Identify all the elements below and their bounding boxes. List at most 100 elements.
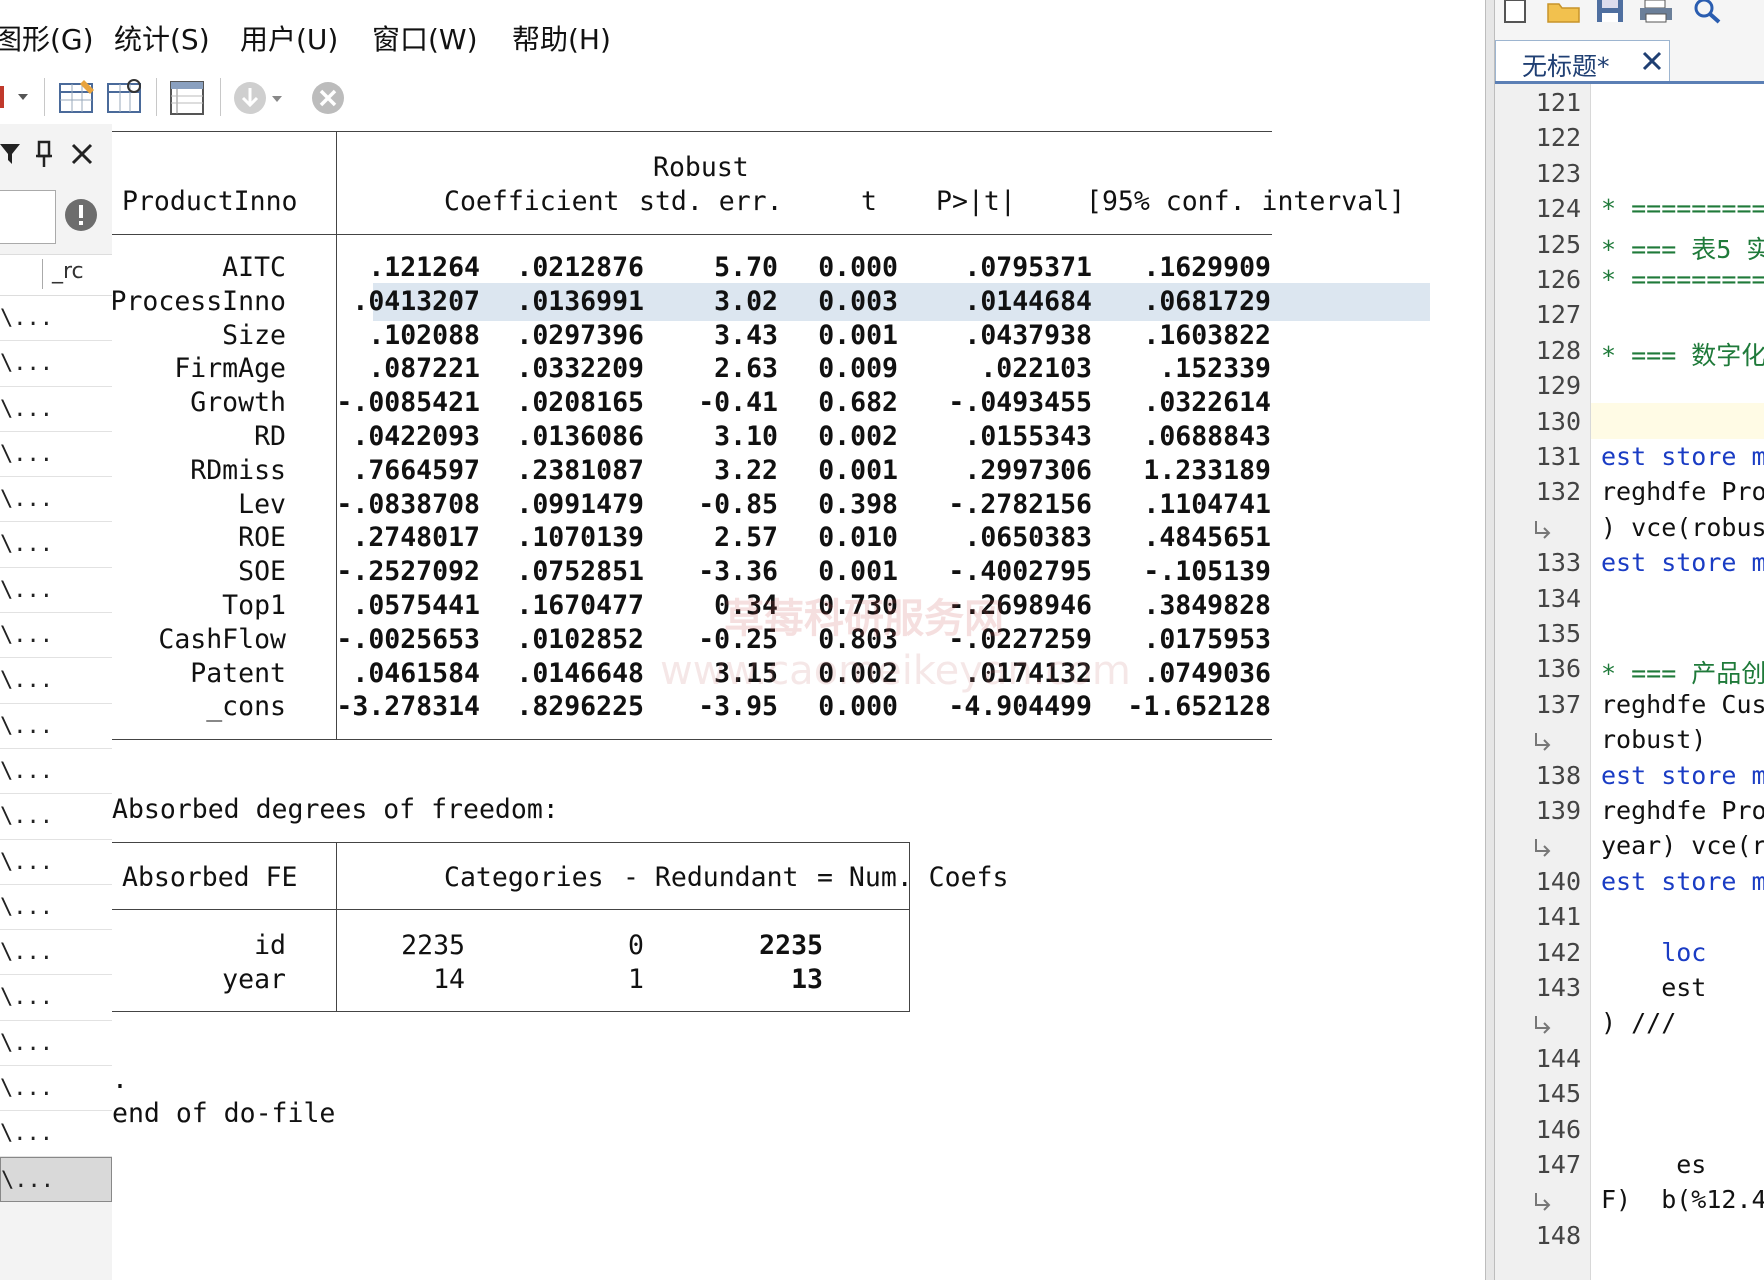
row-p-value: 0.009: [818, 353, 898, 385]
variable-row[interactable]: \...: [0, 658, 112, 704]
menu-item-3[interactable]: 窗口(W): [372, 18, 478, 58]
row-variable-name: AITC: [222, 252, 286, 283]
row-hi-value: .0681729: [1143, 285, 1271, 317]
editor-tab-label: 无标题*: [1522, 52, 1610, 81]
editor-toolbar: [1495, 0, 1764, 36]
line-number: 132: [1535, 477, 1581, 507]
line-number: 133: [1535, 548, 1581, 578]
menu-item-2[interactable]: 用户(U): [240, 18, 338, 58]
code-line: es: [1601, 1150, 1707, 1179]
row-coef-value: -.0838708: [336, 488, 480, 520]
open-folder-icon[interactable]: [1547, 0, 1581, 28]
new-file-icon[interactable]: [1503, 0, 1529, 28]
current-line-highlight: [1591, 402, 1764, 439]
variables-manager-icon[interactable]: [168, 78, 208, 118]
code-area[interactable]: * ========== * === 表5 实 * ========== * === …: [1591, 84, 1764, 1280]
variable-row[interactable]: \...: [0, 567, 112, 614]
line-number: 139: [1535, 796, 1581, 825]
variable-row[interactable]: \...: [0, 296, 112, 342]
menu-item-1[interactable]: 统计(S): [114, 18, 210, 58]
line-number: 143: [1535, 973, 1581, 1002]
variable-row[interactable]: \...: [0, 839, 112, 885]
row-lo-value: .0650383: [964, 522, 1092, 554]
line-number: 128: [1535, 335, 1581, 365]
toolbar-separator: [44, 78, 45, 116]
row-coef-value: .102088: [368, 319, 480, 351]
close-tab-icon[interactable]: [1642, 51, 1662, 75]
menu-item-0[interactable]: 图形(G): [0, 18, 94, 58]
row-coef-value: -.0025653: [336, 623, 480, 655]
variable-row[interactable]: \...: [0, 431, 112, 478]
stata-main-window: 图形(G) 统计(S) 用户(U) 窗口(W) 帮助(H) _rc \... \…: [0, 0, 1485, 1280]
variable-row[interactable]: \...: [0, 1066, 112, 1112]
row-variable-name: RDmiss: [190, 454, 286, 486]
row-variable-name: Top1: [222, 590, 286, 621]
table-header-rule: [112, 234, 1272, 235]
row-hi-value: .152339: [1159, 353, 1271, 385]
variable-row[interactable]: \...: [0, 613, 112, 659]
line-wrap-icon: [1533, 519, 1553, 545]
dropdown-arrow-icon[interactable]: [0, 76, 30, 116]
row-hi-value: .1603822: [1143, 319, 1271, 351]
more-down-icon[interactable]: [232, 78, 292, 118]
variable-row[interactable]: \...: [0, 794, 112, 840]
row-variable-name: Patent: [190, 657, 286, 689]
row-coef-value: .0422093: [352, 421, 480, 452]
variable-row[interactable]: \...: [0, 386, 112, 432]
variable-row[interactable]: \...: [0, 703, 112, 749]
close-icon[interactable]: [70, 142, 94, 170]
variable-row[interactable]: \...: [0, 522, 112, 568]
variable-row[interactable]: \...: [0, 930, 112, 976]
header-depvar: ProductInno: [122, 186, 298, 217]
variable-row[interactable]: \...: [0, 748, 112, 795]
data-browser-icon[interactable]: [106, 78, 146, 118]
line-number: 137: [1535, 689, 1581, 719]
line-number: 142: [1535, 937, 1581, 967]
row-se-value: .0212876: [516, 252, 644, 283]
row-lo-value: .0437938: [964, 319, 1092, 351]
row-coef-value: -.0085421: [336, 387, 480, 419]
break-icon[interactable]: [310, 78, 350, 118]
row-lo-value: .022103: [980, 353, 1092, 385]
variable-row[interactable]: \...: [0, 975, 112, 1021]
save-icon[interactable]: [1595, 0, 1625, 28]
variables-list[interactable]: \... \... \... \... \... \... \... \... \... \...…: [0, 296, 112, 1202]
data-editor-edit-icon[interactable]: [58, 78, 98, 118]
print-icon[interactable]: [1639, 0, 1673, 28]
variable-row[interactable]: \...: [0, 477, 112, 523]
row-se-value: .1070139: [516, 522, 644, 554]
row-t-value: -3.36: [698, 556, 778, 588]
filter-icon[interactable]: [0, 142, 20, 170]
variable-row[interactable]: \...: [0, 1020, 112, 1067]
row-coef-value: -3.278314: [336, 691, 480, 723]
header-p: P>|t|: [936, 186, 1016, 217]
window-splitter[interactable]: [1485, 0, 1495, 1280]
variable-row[interactable]: \...: [0, 884, 112, 931]
variable-row[interactable]: \...: [0, 341, 112, 387]
variable-row[interactable]: \...: [0, 1111, 112, 1157]
row-variable-name: FirmAge: [174, 353, 286, 385]
row-t-value: 3.10: [714, 421, 778, 452]
find-icon[interactable]: [1691, 0, 1725, 28]
variable-filter-input[interactable]: [0, 190, 56, 244]
row-variable-name: ProcessInno: [110, 285, 287, 317]
pin-icon[interactable]: [34, 140, 54, 172]
code-line: loc: [1601, 937, 1707, 967]
absorbed-title: Absorbed degrees of freedom:: [112, 794, 559, 825]
row-lo-value: .2997306: [964, 454, 1092, 486]
code-line: ) vce(robus: [1601, 512, 1764, 542]
row-p-value: 0.398: [818, 488, 898, 520]
menu-item-4[interactable]: 帮助(H): [512, 18, 611, 58]
row-p-value: 0.001: [818, 556, 898, 588]
variables-column-header[interactable]: _rc: [0, 254, 112, 296]
row-hi-value: .4845651: [1143, 522, 1271, 554]
main-toolbar: [0, 72, 1485, 124]
row-variable-name: Lev: [238, 488, 286, 520]
variable-row[interactable]: \...: [0, 1156, 112, 1202]
editor-tab-untitled[interactable]: 无标题*: [1495, 40, 1670, 82]
row-lo-value: -.4002795: [948, 556, 1092, 588]
row-p-value: 0.010: [818, 522, 898, 554]
row-coef-value: .087221: [368, 353, 480, 385]
row-hi-value: .3849828: [1143, 590, 1271, 621]
row-variable-name: CashFlow: [158, 623, 286, 655]
